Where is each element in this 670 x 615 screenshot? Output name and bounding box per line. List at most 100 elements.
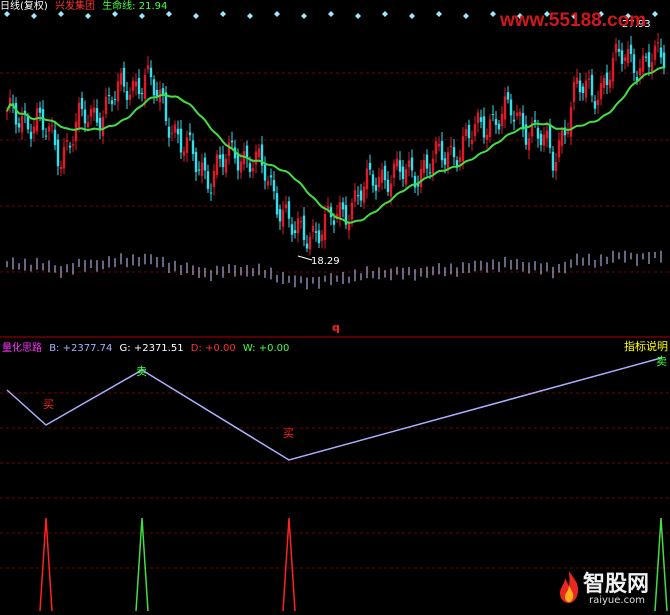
candle-body: [404, 169, 408, 185]
low-price-pointer: [297, 255, 313, 261]
candle-body: [512, 119, 516, 122]
candle-body: [617, 48, 621, 52]
candle-body: [50, 125, 54, 127]
candle-body: [401, 166, 405, 180]
b-value: +2377.74: [62, 343, 113, 354]
period-label[interactable]: 日线(复权): [0, 1, 48, 12]
candle-body: [305, 243, 309, 249]
diamond-marker: [355, 13, 361, 19]
brand-watermark: 智股网 raiyue.com: [555, 566, 667, 608]
signal-spike-buy: [39, 517, 53, 612]
candle-body: [296, 218, 300, 234]
candle-body: [71, 144, 75, 146]
candle-body: [77, 102, 81, 128]
candle-body: [509, 99, 513, 116]
candlesticks[interactable]: [5, 33, 666, 256]
diamond-marker: [463, 13, 469, 19]
candle-body: [212, 170, 216, 188]
candle-body: [422, 160, 426, 173]
candle-body: [467, 125, 471, 139]
candle-body: [281, 209, 285, 227]
candle-body: [473, 124, 477, 137]
candle-body: [35, 108, 39, 132]
candle-body: [392, 163, 396, 178]
candle-body: [86, 122, 90, 128]
sell-signal-2[interactable]: 卖: [656, 355, 667, 368]
candle-body: [572, 82, 576, 103]
candle-body: [623, 57, 627, 61]
help-button[interactable]: 指标说明: [624, 338, 668, 354]
candle-body: [428, 172, 432, 174]
diamond-marker: [85, 13, 91, 19]
candle-body: [107, 94, 111, 96]
candle-body: [113, 99, 117, 101]
indicator-value: 21.94: [138, 1, 168, 12]
candle-body: [440, 141, 444, 161]
candle-body: [584, 80, 588, 98]
lower-panel-title: 量化思路: [2, 343, 42, 354]
candle-body: [53, 129, 57, 146]
candle-body: [17, 123, 21, 128]
candle-body: [554, 161, 558, 172]
candle-body: [14, 103, 18, 125]
candle-body: [389, 183, 393, 197]
candle-body: [458, 157, 462, 163]
candle-body: [359, 190, 363, 201]
candle-body: [443, 158, 447, 165]
candle-body: [338, 202, 342, 219]
candle-body: [476, 112, 480, 124]
candle-body: [500, 113, 504, 127]
g-label: G:: [119, 343, 131, 354]
candle-body: [293, 230, 297, 234]
buy-signal-1[interactable]: 买: [43, 398, 54, 411]
candle-body: [545, 130, 549, 139]
candle-body: [350, 202, 354, 220]
candle-body: [527, 138, 531, 151]
candle-body: [38, 107, 42, 113]
signal-spike-buy: [282, 517, 296, 612]
candle-body: [425, 154, 429, 169]
candle-body: [146, 65, 150, 70]
candle-body: [599, 83, 603, 100]
brand-domain: raiyue.com: [589, 595, 645, 606]
candle-body: [308, 236, 312, 250]
candle-body: [47, 126, 51, 132]
site-watermark: www.55188.com: [500, 10, 647, 31]
candle-body: [593, 101, 597, 109]
chart-canvas[interactable]: 27.93 18.29 q 买 卖 买 卖: [0, 0, 670, 612]
buy-signal-2[interactable]: 买: [283, 427, 294, 440]
candle-body: [254, 151, 258, 165]
candle-body: [494, 119, 498, 125]
candle-body: [152, 79, 156, 96]
candle-body: [479, 117, 483, 122]
candle-body: [290, 224, 294, 235]
candle-body: [320, 234, 324, 241]
candle-body: [470, 139, 474, 144]
indicator-label: 生命线:: [102, 1, 136, 12]
candle-body: [341, 202, 345, 210]
candle-body: [92, 107, 96, 113]
candle-body: [140, 93, 144, 95]
candle-body: [116, 81, 120, 102]
candle-body: [353, 190, 357, 202]
candle-body: [95, 108, 99, 123]
candle-body: [578, 80, 582, 93]
candle-body: [332, 220, 336, 225]
candle-body: [218, 154, 222, 159]
sell-signal-1[interactable]: 卖: [136, 365, 147, 378]
candle-body: [497, 123, 501, 130]
candle-body: [20, 116, 24, 133]
candle-body: [374, 184, 378, 191]
candle-body: [434, 141, 438, 155]
candle-body: [131, 80, 135, 91]
candle-body: [581, 86, 585, 94]
candle-body: [89, 108, 93, 117]
signal-spike-sell: [135, 517, 149, 612]
candle-body: [365, 168, 369, 190]
candle-body: [185, 137, 189, 153]
stock-chart-window[interactable]: 27.93 18.29 q 买 卖 买 卖 日线(复权) 兴发集团 生命线: 2…: [0, 0, 670, 612]
top-header: 日线(复权) 兴发集团 生命线: 21.94: [0, 0, 167, 12]
candle-body: [368, 162, 372, 170]
low-price-label: 18.29: [311, 256, 340, 267]
candle-body: [80, 97, 84, 109]
